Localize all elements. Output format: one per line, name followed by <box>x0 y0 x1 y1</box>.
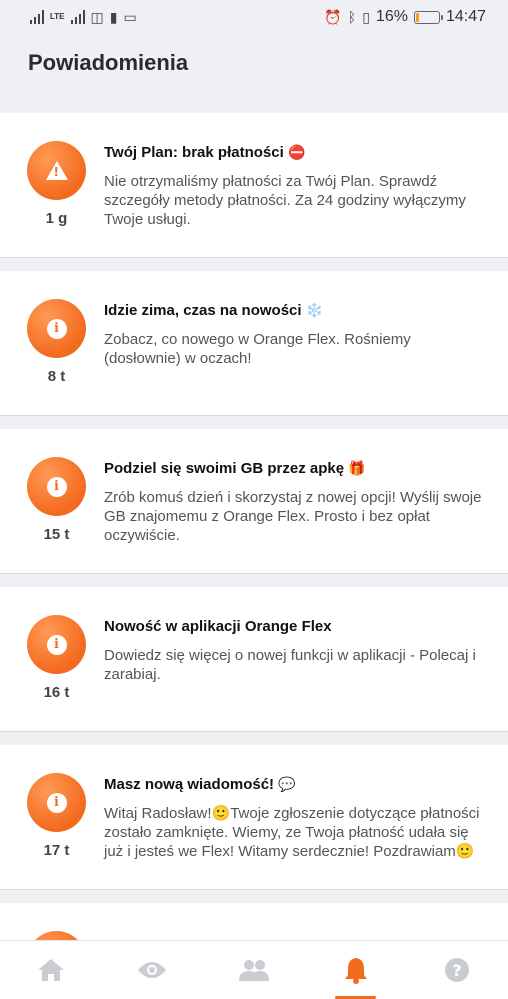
bottom-nav: ? <box>0 940 508 999</box>
notification-age: 1 g <box>45 210 68 227</box>
notification-body: Dowiedz się więcej o nowej funkcji w apl… <box>104 647 476 683</box>
notification-title-text: Twój Plan: brak płatności <box>104 144 284 161</box>
nav-friends[interactable] <box>203 941 305 999</box>
notification-age: 15 t <box>43 526 70 543</box>
alarm-icon: ⏰ <box>324 8 342 25</box>
lte-label: LTE <box>50 12 65 21</box>
notification-body: Witaj Radosław!🙂Twoje zgłoszenie dotyczą… <box>104 805 480 860</box>
battery-icon <box>413 10 443 24</box>
clock: 14:47 <box>445 8 486 25</box>
notification-card[interactable]: ! 1 g Twój Plan: brak płatności ⛔ Nie ot… <box>0 113 508 258</box>
laptop-icon: ▭ <box>123 8 137 25</box>
no-entry-emoji: ⛔ <box>287 145 306 161</box>
status-right: ⏰ ᛒ ▯ 16% 14:47 <box>324 8 486 26</box>
nav-overview[interactable] <box>102 941 204 999</box>
notification-title-text: Masz nową wiadomość! <box>104 776 275 793</box>
notification-title: Nowość w aplikacji Orange Flex <box>104 618 332 635</box>
header: Powiadomienia <box>0 34 508 114</box>
notification-age: 16 t <box>43 684 70 701</box>
notification-title: Idzie zima, czas na nowości ❄️ <box>104 302 323 319</box>
nav-help[interactable]: ? <box>406 941 508 999</box>
notification-body: Zrób komuś dzień i skorzystaj z nowej op… <box>104 489 482 544</box>
battery-percent: 16% <box>375 8 408 25</box>
notification-age: 17 t <box>43 842 70 859</box>
notification-card[interactable]: i 17 t Masz nową wiadomość! 💬 Witaj Rado… <box>0 745 508 890</box>
notification-card[interactable]: i 16 t Nowość w aplikacji Orange Flex Do… <box>0 587 508 732</box>
notification-card[interactable]: i 15 t Podziel się swoimi GB przez apkę … <box>0 429 508 574</box>
notification-title-text: Podziel się swoimi GB przez apkę <box>104 460 345 477</box>
status-bar: LTE ◫ ▮ ▭ ⏰ ᛒ ▯ 16% 14:47 <box>0 0 508 34</box>
page-title: Powiadomienia <box>28 50 189 75</box>
status-left: LTE ◫ ▮ ▭ <box>30 9 137 26</box>
notification-card[interactable]: i 8 t Idzie zima, czas na nowości ❄️ Zob… <box>0 271 508 416</box>
notification-age: 8 t <box>47 368 66 385</box>
notification-title: Twój Plan: brak płatności ⛔ <box>104 144 305 161</box>
nfc-icon: ◫ <box>90 8 104 25</box>
bell-icon <box>344 958 367 984</box>
signal-icon <box>30 10 44 24</box>
notification-title-text: Idzie zima, czas na nowości <box>104 302 302 319</box>
notification-title-text: Nowość w aplikacji Orange Flex <box>104 618 332 635</box>
help-icon: ? <box>445 958 470 982</box>
snowflake-emoji: ❄️ <box>305 303 324 319</box>
vibrate-icon: ▯ <box>362 8 370 25</box>
svg-text:?: ? <box>453 961 462 980</box>
info-icon: i <box>27 773 86 832</box>
notification-title: Masz nową wiadomość! 💬 <box>104 776 296 793</box>
gift-emoji: 🎁 <box>348 461 366 477</box>
eye-icon <box>138 962 167 978</box>
notification-body: Nie otrzymaliśmy płatności za Twój Plan.… <box>104 173 466 228</box>
people-icon <box>238 960 269 981</box>
info-icon: i <box>27 615 86 674</box>
signal-icon-2 <box>70 10 85 24</box>
notification-list: ! 1 g Twój Plan: brak płatności ⛔ Nie ot… <box>0 113 508 990</box>
home-icon <box>37 959 64 981</box>
nav-notifications[interactable] <box>305 941 407 999</box>
nav-home[interactable] <box>0 941 102 999</box>
notification-body: Zobacz, co nowego w Orange Flex. Rośniem… <box>104 331 411 367</box>
speech-bubble-emoji: 💬 <box>278 777 296 793</box>
notification-title: Podziel się swoimi GB przez apkę 🎁 <box>104 460 366 477</box>
warning-icon: ! <box>27 141 86 200</box>
bluetooth-icon: ᛒ <box>347 9 357 25</box>
info-icon: i <box>27 457 86 516</box>
battery-saver-icon: ▮ <box>109 8 118 25</box>
info-icon: i <box>27 299 86 358</box>
